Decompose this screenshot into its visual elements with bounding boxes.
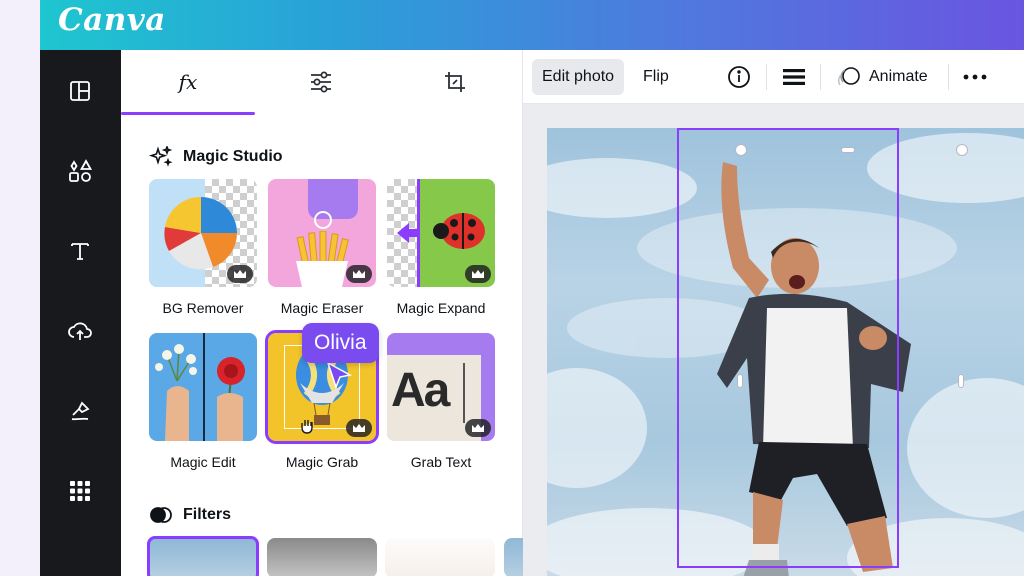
resize-handle-top[interactable] [841,147,855,153]
tool-magic-expand[interactable] [387,179,495,287]
resize-handle-right[interactable] [958,374,964,388]
tool-label: BG Remover [162,300,244,316]
fx-icon: fx [178,70,198,94]
rail-item-uploads[interactable] [63,314,97,348]
filters-title: Filters [183,506,232,523]
fries-image [296,231,349,287]
filter-thumbnail-mono[interactable] [267,538,377,576]
tool-label: Magic Grab [285,454,359,470]
tool-magic-edit[interactable] [149,333,257,441]
top-header: Canva [40,0,1024,50]
filters-icon [150,507,172,523]
crop-icon [445,72,465,92]
tool-label: Magic Edit [170,454,236,470]
rose-image [217,357,245,441]
rail-item-text[interactable] [63,234,97,268]
rail-item-apps[interactable] [63,474,97,508]
resize-handle-top-right[interactable] [956,144,968,156]
toolbar-divider [820,64,821,90]
layout-icon [70,81,90,101]
edit-photo-panel: fx Magic Studio BG Remover Magic Eraser … [121,50,534,576]
daisies-image [155,344,197,441]
premium-crown-icon [465,419,491,437]
tab-crop[interactable] [435,64,475,100]
draw-icon [71,401,90,421]
filter-thumbnail-original[interactable] [147,536,259,576]
tool-label: Grab Text [410,454,472,470]
hand-grab-icon [301,420,313,434]
eraser-cursor [314,211,332,229]
animate-label: Animate [869,68,928,85]
filter-thumbnail-light[interactable] [385,538,495,576]
rail-item-draw[interactable] [63,394,97,428]
text-icon [71,243,89,260]
premium-crown-icon [346,265,372,283]
selection-box[interactable] [677,128,899,568]
active-tab-indicator [121,112,255,115]
rail-item-elements[interactable] [63,154,97,188]
magic-studio-heading: Magic Studio [149,146,283,168]
toolbar-divider [766,64,767,90]
resize-handle-left[interactable] [737,374,743,388]
sparkle-icon [149,146,173,167]
beach-ball-image [164,196,238,270]
more-dots-icon [963,74,987,80]
apps-grid-icon [70,481,90,501]
position-button[interactable] [783,59,805,95]
animate-icon [837,67,860,86]
side-rail [40,50,121,576]
collaborator-badge: Olivia [302,323,379,363]
edit-photo-button[interactable]: Edit photo [532,59,625,95]
panel-tabs: fx [121,50,523,116]
animate-button[interactable]: Animate [837,59,928,95]
menu-lines-icon [783,69,805,85]
tool-bg-remover[interactable] [149,179,257,287]
canva-logo[interactable]: Canva [58,2,166,38]
context-toolbar: Edit photo Flip Animate [523,50,1024,104]
tool-label: Magic Expand [396,300,486,316]
sliders-icon [311,71,331,93]
ladybug-image [433,213,485,249]
arrow-left-icon [397,223,419,243]
toolbar-divider [948,64,949,90]
cursor-pointer-icon [326,361,352,389]
resize-handle-top-left[interactable] [735,144,747,156]
shapes-icon [69,159,93,182]
premium-crown-icon [227,265,253,283]
tool-magic-eraser[interactable] [268,179,376,287]
rail-item-design[interactable] [63,74,97,108]
premium-crown-icon [465,265,491,283]
canva-editor: Canva fx Magic Studio BG Remover Magic E… [40,0,1024,576]
cloud-upload-icon [68,322,92,340]
design-canvas[interactable] [523,104,1024,576]
text-cursor [463,363,465,423]
flip-button[interactable]: Flip [641,59,671,95]
tab-adjust[interactable] [301,64,341,100]
tool-grab-text[interactable]: Aa [387,333,495,441]
tool-label: Magic Eraser [280,300,364,316]
info-icon [728,66,750,88]
premium-crown-icon [346,419,372,437]
text-sample-glyphs: Aa [391,364,450,417]
more-options-button[interactable] [963,59,987,95]
filters-heading: Filters [149,504,231,526]
tab-effects[interactable]: fx [168,64,208,100]
magic-studio-title: Magic Studio [183,148,283,165]
info-button[interactable] [727,59,751,95]
